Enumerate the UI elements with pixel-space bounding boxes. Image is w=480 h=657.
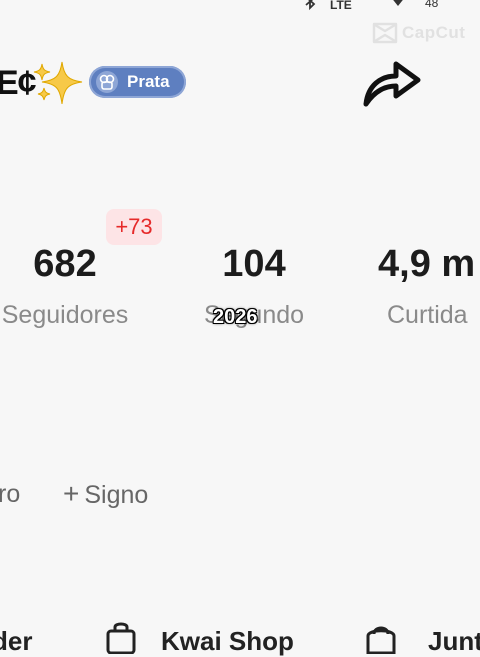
followers-count: 682: [33, 243, 97, 285]
profile-tools-row: der Kwai Shop Junt: [0, 616, 480, 656]
share-button[interactable]: [358, 56, 424, 112]
add-sign-label: Signo: [84, 481, 149, 509]
add-sign-chip[interactable]: + Signo: [63, 476, 148, 512]
followers-label: Seguidores: [1, 301, 129, 329]
join-label: Junt: [428, 626, 480, 656]
wifi-icon: [393, 0, 403, 6]
watermark-text: CapCut: [402, 23, 466, 42]
profile-header: E¢ Prata: [0, 56, 480, 112]
share-arrow-icon: [363, 61, 421, 107]
likes-stat[interactable]: 4,9 m Curtida: [372, 240, 480, 332]
followers-stat[interactable]: 682 Seguidores: [0, 240, 170, 332]
bag-icon: [366, 626, 396, 654]
battery-icon: 48: [425, 0, 439, 10]
tier-badge-label: Prata: [127, 72, 170, 91]
bluetooth-icon: [305, 0, 316, 11]
plus-icon: +: [63, 478, 80, 509]
shopping-bag-icon: [106, 622, 136, 654]
capcut-watermark: CapCut: [372, 20, 465, 46]
status-bar: LTE 48: [0, 0, 480, 16]
sparkles-emoji: [33, 61, 83, 105]
profile-name: E¢: [0, 64, 37, 102]
network-type-label: LTE: [330, 0, 352, 12]
tool-item-partial[interactable]: der: [0, 616, 40, 656]
level-icon: [96, 71, 118, 93]
likes-count: 4,9 m: [378, 243, 476, 285]
following-count: 104: [222, 243, 286, 285]
join-button[interactable]: Junt: [364, 616, 480, 656]
likes-label: Curtida: [387, 301, 468, 329]
profile-chip-partial[interactable]: ro: [0, 476, 20, 512]
tier-badge[interactable]: Prata: [89, 66, 186, 98]
year-overlay-text: 2026: [213, 306, 258, 328]
tool-item-partial-label: der: [0, 626, 33, 656]
kwai-shop-button[interactable]: Kwai Shop: [104, 616, 304, 656]
kwai-shop-label: Kwai Shop: [161, 626, 294, 656]
capcut-logo-icon: [372, 22, 398, 44]
